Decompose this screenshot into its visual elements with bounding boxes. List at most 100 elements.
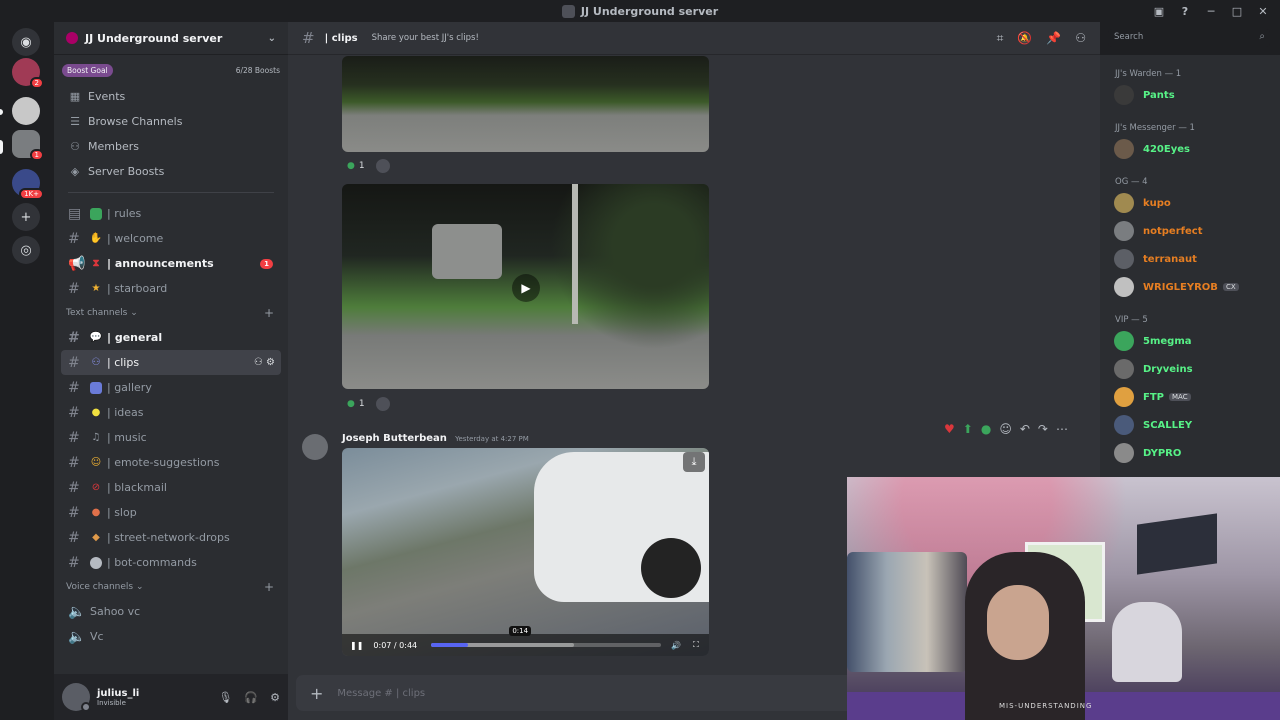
category-voice-channels[interactable]: Voice channels ⌄ + <box>54 575 288 599</box>
maximize-button[interactable]: □ <box>1226 2 1248 20</box>
member-item[interactable]: Dryveins <box>1100 355 1280 383</box>
channel-street-network-drops[interactable]: # ◆ | street-network-drops <box>61 525 281 550</box>
member-list-icon[interactable]: ⚇ <box>1075 31 1086 46</box>
nav-browse-channels[interactable]: ☰ Browse Channels <box>54 109 288 134</box>
upvote-reaction-icon[interactable]: ⬆ <box>963 422 973 436</box>
forward-icon[interactable]: ↷ <box>1038 422 1048 436</box>
title-bar: JJ Underground server ▣ ? ─ □ ✕ <box>0 0 1280 22</box>
channel-slop[interactable]: # ● | slop <box>61 500 281 525</box>
channel-label: | ideas <box>107 406 144 419</box>
guild-icon[interactable]: 2 <box>12 58 44 89</box>
video-frame-car <box>432 224 502 279</box>
add-server-icon[interactable]: + <box>12 203 40 231</box>
voice-channel-vc[interactable]: 🔈 Vc <box>61 624 281 649</box>
hash-icon: # <box>302 29 315 47</box>
search-input[interactable]: Search ⌕ <box>1108 29 1270 47</box>
help-icon[interactable]: ? <box>1174 2 1196 20</box>
channel-bot-commands[interactable]: # | bot-commands <box>61 550 281 575</box>
channel-settings-icons[interactable]: ⚇ ⚙ <box>254 357 275 368</box>
headphones-icon[interactable]: 🎧 <box>244 691 258 704</box>
message-header: Joseph Butterbean Yesterday at 4:27 PM <box>342 433 529 444</box>
heart-reaction-icon[interactable]: ♥ <box>944 422 955 436</box>
member-item[interactable]: SCALLEY <box>1100 411 1280 439</box>
member-item[interactable]: 5megma <box>1100 327 1280 355</box>
channel-clips[interactable]: # ⚇ | clips ⚇ ⚙ <box>61 350 281 375</box>
hash-icon: # <box>68 529 80 546</box>
channel-rules[interactable]: ▤ | rules <box>61 201 281 226</box>
video-attachment[interactable]: ▶ <box>342 184 709 389</box>
member-item[interactable]: WRIGLEYROB CX <box>1100 273 1280 301</box>
volume-icon[interactable]: 🔊 <box>671 641 681 650</box>
direct-messages-button[interactable]: ◉ <box>12 28 40 56</box>
minimize-button[interactable]: ─ <box>1200 2 1222 20</box>
category-text-channels[interactable]: Text channels ⌄ + <box>54 301 288 325</box>
seek-bar[interactable]: 0:14 <box>431 626 662 647</box>
fullscreen-icon[interactable]: ⛶ <box>693 640 699 650</box>
add-reaction-icon[interactable] <box>375 397 390 411</box>
reaction-count: 1 <box>358 161 365 171</box>
hash-icon: # <box>68 230 80 247</box>
avatar[interactable] <box>62 683 91 712</box>
video-player[interactable]: ⤓ ❚❚ 0:07 / 0:44 0:14 🔊 ⛶ <box>342 448 709 656</box>
nav-events[interactable]: ▦ Events <box>54 84 288 109</box>
avatar <box>1114 415 1134 435</box>
channel-blackmail[interactable]: # ⊘ | blackmail <box>61 475 281 500</box>
star-emoji-icon: ★ <box>91 283 101 294</box>
more-icon[interactable]: ⋯ <box>1056 422 1068 436</box>
add-reaction-icon[interactable] <box>375 159 390 173</box>
unread-pill <box>0 109 3 115</box>
channel-emote-suggestions[interactable]: # ☺ | emote-suggestions <box>61 450 281 475</box>
reaction[interactable]: ● 1 <box>342 159 370 173</box>
microphone-icon[interactable]: 🎙 <box>218 691 232 704</box>
threads-icon[interactable]: ⌗ <box>997 31 1004 46</box>
member-item[interactable]: DYPRO <box>1100 439 1280 467</box>
guild-icon[interactable]: 1 <box>12 130 44 161</box>
inbox-icon[interactable]: ▣ <box>1148 2 1170 20</box>
username: julius_li <box>97 687 140 699</box>
member-name: Dryveins <box>1143 363 1193 375</box>
add-channel-icon[interactable]: + <box>264 580 274 594</box>
channel-topic[interactable]: Share your best JJ's clips! <box>372 33 479 43</box>
channel-welcome[interactable]: # ✋ | welcome <box>61 226 281 251</box>
streamer-face <box>987 585 1049 660</box>
guild-icon[interactable]: 1K+ <box>12 169 44 200</box>
avatar[interactable] <box>302 434 328 460</box>
channel-ideas[interactable]: # ● | ideas <box>61 400 281 425</box>
member-item[interactable]: kupo <box>1100 189 1280 217</box>
add-channel-icon[interactable]: + <box>264 306 274 320</box>
channel-gallery[interactable]: # | gallery <box>61 375 281 400</box>
pause-icon[interactable]: ❚❚ <box>350 641 363 650</box>
channel-announcements[interactable]: 📢 ⧗ | announcements 1 <box>61 251 281 276</box>
chevron-down-icon[interactable]: ⌄ <box>268 33 276 44</box>
boost-goal-bar[interactable]: Boost Goal 6/28 Boosts <box>62 62 280 78</box>
discover-icon[interactable]: ◎ <box>12 236 40 264</box>
notification-bell-icon[interactable]: 🔕 <box>1017 31 1032 46</box>
server-header[interactable]: JJ Underground server ⌄ <box>54 22 288 55</box>
video-attachment[interactable] <box>342 56 709 152</box>
download-icon[interactable]: ⤓ <box>683 452 705 472</box>
add-reaction-icon[interactable]: ☺ <box>999 422 1012 436</box>
channel-music[interactable]: # ♫ | music <box>61 425 281 450</box>
gear-icon[interactable]: ⚙ <box>270 691 280 704</box>
member-item[interactable]: 420Eyes <box>1100 135 1280 163</box>
channel-general[interactable]: # 💬 | general <box>61 325 281 350</box>
pin-icon[interactable]: 📌 <box>1046 31 1061 46</box>
play-icon[interactable]: ▶ <box>512 274 540 302</box>
member-item[interactable]: FTP MAC <box>1100 383 1280 411</box>
member-item[interactable]: notperfect <box>1100 217 1280 245</box>
emoji-reaction-icon[interactable]: ● <box>981 422 991 436</box>
voice-channel-sahoo[interactable]: 🔈 Sahoo vc <box>61 599 281 624</box>
close-button[interactable]: ✕ <box>1252 2 1274 20</box>
message-author[interactable]: Joseph Butterbean <box>342 433 447 444</box>
guild-icon[interactable] <box>12 97 40 125</box>
user-panel: julius_li Invisible 🎙 🎧 ⚙ <box>54 674 288 720</box>
nav-members[interactable]: ⚇ Members <box>54 134 288 159</box>
member-item[interactable]: terranaut <box>1100 245 1280 273</box>
channel-label: Vc <box>90 630 104 643</box>
reaction[interactable]: ● 1 <box>342 397 370 411</box>
nav-server-boosts[interactable]: ◈ Server Boosts <box>54 159 288 184</box>
add-attachment-icon[interactable]: + <box>310 684 323 703</box>
channel-starboard[interactable]: # ★ | starboard <box>61 276 281 301</box>
reply-icon[interactable]: ↶ <box>1020 422 1030 436</box>
member-item[interactable]: Pants <box>1100 81 1280 109</box>
